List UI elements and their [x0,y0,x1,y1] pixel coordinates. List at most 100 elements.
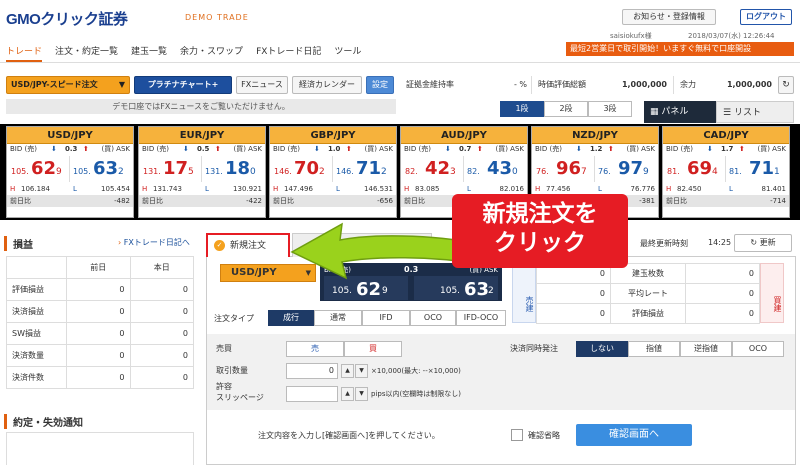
up-icon[interactable]: ▲ [341,364,354,378]
type-limit-button[interactable]: 通常 [314,310,362,326]
buy-side-button[interactable]: 買 [344,341,402,357]
type-ifd-button[interactable]: IFD [362,310,410,326]
cell-prev: 0 [66,366,131,389]
platinum-chart-button[interactable]: プラチナチャート+ [134,76,232,94]
settle-oco-button[interactable]: OCO [732,341,784,357]
bid-small: 131. [143,167,161,176]
rate-card-eurjpy[interactable]: EUR/JPY BID (売) ⬇ 0.5 ⬆ (買) ASK 131. 17 5 131. 18 0… [138,126,266,218]
ask-price-button[interactable]: 105. 63 2 [71,156,132,182]
bid-price-button[interactable]: 105. 62 9 [9,156,70,182]
settle-limit-button[interactable]: 指値 [628,341,680,357]
high-low-row: H 147.496 L 146.531 [270,183,396,195]
ask-pip: 2 [488,286,494,296]
qty-input[interactable]: 0 [286,363,338,379]
ask-label: (買) ASK [364,145,393,153]
last-update-label: 最終更新時刻 [640,239,688,248]
cell-today: 0 [129,300,194,323]
up-icon[interactable]: ▲ [341,387,354,401]
low-label: L [336,185,340,193]
bid-label: BID (売) [10,145,37,153]
high-label: H [142,185,148,193]
refresh-button[interactable]: ↻ 更新 [734,234,792,252]
refresh-label: 更新 [759,238,776,247]
rate-card-usdjpy[interactable]: USD/JPY BID (売) ⬇ 0.3 ⬆ (買) ASK 105. 62 9 105. 63 2… [6,126,134,218]
table-row: 0 評価損益 0 [536,303,760,324]
demo-trade-label: DEMO TRADE [185,13,249,22]
bid-big: 70 [294,158,320,179]
tab-new-label: 新規注文 [230,241,267,251]
bid-price-button[interactable]: 82. 42 3 [403,156,464,182]
calendar-button[interactable]: 経済カレンダー [292,76,362,94]
nav-diary[interactable]: FXトレード日記 [256,44,321,62]
prev-day-row: 前日比 -714 [663,195,789,207]
platinum-chart-label: プラチナチャート+ [147,80,219,89]
tab-new-order[interactable]: ✓ 新規注文 [206,233,290,257]
cell-today: 0 [129,322,194,345]
ask-price-button[interactable]: 146. 71 2 [334,156,395,182]
ask-price-button[interactable]: 81. 71 1 [727,156,788,182]
confirm-button[interactable]: 確認画面へ [576,424,692,446]
down-icon[interactable]: ▼ [355,387,368,401]
ask-price-button[interactable]: 131. 18 0 [203,156,264,182]
settle-none-button[interactable]: しない [576,341,628,357]
row-label: SW損益 [6,322,67,345]
promo-banner[interactable]: 最短2営業日で取引開始！いますぐ無料で口座開設 [566,42,794,56]
list-view-tab[interactable]: ☰ リスト [716,101,794,123]
high-label: H [404,185,410,193]
bid-big: 96 [556,158,582,179]
rate-card-cadjpy[interactable]: CAD/JPY BID (売) ⬇ 1.7 ⬆ (買) ASK 81. 69 4 81. 71 1 H 8… [662,126,790,218]
bid-label: BID (売) [535,145,562,153]
panel-view-tab[interactable]: ▦ パネル [644,101,716,123]
nav-margin[interactable]: 余力・スワップ [180,44,243,62]
ask-pip: 1 [774,167,780,177]
tier-3-button[interactable]: 3段 [588,101,632,117]
cell-prev: 0 [66,322,131,345]
slippage-input[interactable] [286,386,338,402]
diary-link[interactable]: › FXトレード日記へ [118,237,190,248]
green-arrow-icon [290,222,480,280]
skip-confirm-checkbox[interactable] [511,429,523,441]
spread: 1.0 [328,145,341,153]
ask-label: (買) ASK [757,145,786,153]
low-value: 146.531 [364,185,393,193]
slip-label-1: 許容 [216,382,232,391]
settings-button[interactable]: 設定 [366,76,394,94]
type-ifdoco-button[interactable]: IFD-OCO [456,310,506,326]
notice-button[interactable]: お知らせ・登録情報 [622,9,716,25]
valuation-value: 1,000,000 [621,80,667,89]
bid-big: 17 [163,158,189,179]
ask-big: 97 [618,158,644,179]
ask-pip: 0 [512,167,518,177]
pnl-table: 前日 本日 評価損益 0 0 決済損益 0 0 SW損益 0 0 決済数量 0 0 決済件数 0 0 [6,256,194,389]
refresh-icon: ↻ [750,238,758,247]
low-label: L [729,185,733,193]
sell-side-button[interactable]: 売 [286,341,344,357]
refresh-icon[interactable]: ↻ [778,76,794,94]
spread: 1.2 [590,145,603,153]
type-oco-button[interactable]: OCO [410,310,456,326]
ask-price-button[interactable]: 76. 97 9 [596,156,657,182]
bid-price-button[interactable]: 76. 96 7 [534,156,595,182]
nav-tools[interactable]: ツール [334,44,361,62]
type-market-button[interactable]: 成行 [268,310,314,326]
settle-stop-button[interactable]: 逆指値 [680,341,732,357]
nav-orders[interactable]: 注文・約定一覧 [55,44,118,62]
down-icon[interactable]: ▼ [355,364,368,378]
fx-news-button[interactable]: FXニュース [236,76,288,94]
price-row: 146. 70 2 146. 71 2 [270,155,396,183]
tier-1-button[interactable]: 1段 [500,101,544,117]
ask-label: (買) ASK [495,145,524,153]
spread: 1.7 [721,145,734,153]
bid-price-button[interactable]: 81. 69 4 [665,156,726,182]
tier-2-button[interactable]: 2段 [544,101,588,117]
nav-trade[interactable]: トレード [6,44,43,62]
nav-positions[interactable]: 建玉一覧 [131,44,167,62]
ask-price-button[interactable]: 82. 43 0 [465,156,526,182]
speed-order-select[interactable]: USD/JPY-スピード注文 ▼ [6,76,130,94]
logout-button[interactable]: ログアウト [740,9,792,25]
rate-card-gbpjpy[interactable]: GBP/JPY BID (売) ⬇ 1.0 ⬆ (買) ASK 146. 70 2 146. 71 2… [269,126,397,218]
bid-price-button[interactable]: 146. 70 2 [272,156,333,182]
down-arrow-icon: ⬇ [576,145,582,153]
bid-price-button[interactable]: 131. 17 5 [141,156,202,182]
settle-label: 決済同時発注 [510,344,558,353]
